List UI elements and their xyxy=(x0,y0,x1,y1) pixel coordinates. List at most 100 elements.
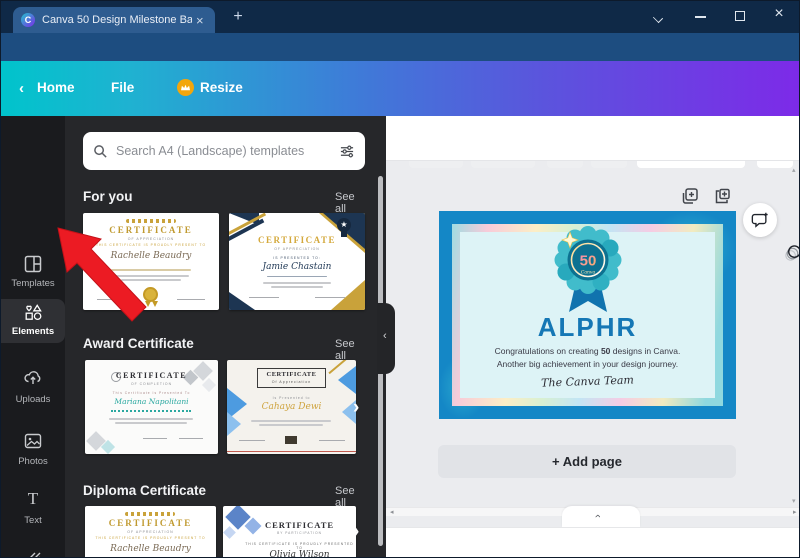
carousel-next-icon[interactable]: › xyxy=(353,521,359,543)
resize-menu-item[interactable]: Resize xyxy=(200,80,243,95)
design-content: 50 Canva ALPHR Congratulations on creati… xyxy=(460,226,715,398)
canva-favicon-icon: C xyxy=(21,13,35,27)
section-title-for-you: For you xyxy=(83,189,133,204)
scroll-left-icon[interactable]: ◂ xyxy=(390,508,394,516)
sidebar-label: Uploads xyxy=(15,394,51,405)
gold-ornament xyxy=(125,512,175,516)
cert-subtitle: BY PARTICIPATION xyxy=(277,531,322,535)
panel-collapse-button[interactable]: ‹ xyxy=(377,303,395,374)
browser-navbar: ← → ↻ canva.com /design/DAE36YEpmQw/3ebk… xyxy=(1,33,799,90)
design-page[interactable]: 50 Canva ALPHR Congratulations on creati… xyxy=(439,211,736,419)
timeline-expand-tab[interactable]: › xyxy=(562,506,640,527)
template-thumbnail-cubes-certificate[interactable]: CERTIFICATE OF COMPLETION This Certifica… xyxy=(85,360,218,454)
pastel-frame: 50 Canva ALPHR Congratulations on creati… xyxy=(452,224,723,406)
cert-name: Mariana Napolitani xyxy=(114,397,189,406)
window-maximize-button[interactable] xyxy=(735,11,745,21)
home-menu-item[interactable]: Home xyxy=(37,80,75,95)
cert-subtitle: OF APPRECIATION xyxy=(127,237,175,241)
cert-name: Rachelle Beaudry xyxy=(110,251,192,261)
background-icon xyxy=(30,552,41,557)
cert-line: Is Presented to xyxy=(272,396,311,400)
sidebar-item-uploads[interactable]: Uploads xyxy=(1,362,65,414)
design-signature: The Canva Team xyxy=(540,373,635,390)
template-thumbnail-gold-certificate[interactable]: CERTIFICATE OF APPRECIATION THIS CERTIFI… xyxy=(85,506,216,557)
add-page-label: + Add page xyxy=(552,454,622,469)
cert-title: CERTIFICATE xyxy=(115,371,188,380)
cert-subtitle: OF APPRECIATION xyxy=(274,247,320,251)
canvas-scroll-up-icon[interactable]: ▴ xyxy=(792,166,796,174)
caret-up-icon: › xyxy=(591,514,604,518)
see-all-award[interactable]: See all xyxy=(335,338,363,362)
template-thumbnail-paper-certificate[interactable]: CERTIFICATE Of Appreciation Is Presented… xyxy=(227,360,356,454)
cert-subtitle: OF COMPLETION xyxy=(130,382,173,386)
cert-name: Olivia Wilson xyxy=(269,550,330,558)
cert-title: CERTIFICATE xyxy=(108,518,193,528)
milestone-badge: 50 Canva xyxy=(554,226,621,312)
template-thumbnail-gold-certificate[interactable]: CERTIFICATE OF APPRECIATION THIS CERTIFI… xyxy=(83,213,219,310)
pro-crown-icon xyxy=(177,79,194,96)
editor-sidebar: Templates Elements Uploads Photos T Text xyxy=(1,116,65,557)
photos-icon xyxy=(24,433,42,449)
badge-number: 50 xyxy=(579,253,596,270)
window-minimize-button[interactable] xyxy=(695,16,706,18)
template-thumbnail-navy-certificate[interactable]: ★ CERTIFICATE OF APPRECIATION IS PRESENT… xyxy=(229,213,365,310)
sidebar-label: Text xyxy=(24,515,42,526)
file-menu-item[interactable]: File xyxy=(111,80,134,95)
tab-close-icon[interactable]: × xyxy=(196,13,204,28)
congrats-line-1: Congratulations on creating 50 designs i… xyxy=(494,346,681,356)
back-home-chevron-icon[interactable]: ‹ xyxy=(19,80,24,97)
canvas-scroll-down-icon[interactable]: ▾ xyxy=(792,497,796,505)
cert-title: CERTIFICATE xyxy=(266,371,317,378)
sidebar-item-background[interactable]: Background xyxy=(1,544,65,557)
elements-icon xyxy=(25,304,42,321)
cert-name: Cahaya Dewi xyxy=(261,402,322,412)
scroll-right-icon[interactable]: ▸ xyxy=(793,508,797,516)
emblem xyxy=(285,436,297,444)
cert-name: Jamie Chastain xyxy=(262,262,332,272)
template-search-box[interactable] xyxy=(83,132,365,170)
cert-line: IS PRESENTED TO: xyxy=(273,256,321,260)
sidebar-item-templates[interactable]: Templates xyxy=(1,247,65,299)
gold-ornament xyxy=(126,219,176,223)
browser-tab[interactable]: C Canva 50 Design Milestone Badg × xyxy=(13,7,215,33)
section-title-diploma: Diploma Certificate xyxy=(83,483,207,498)
cert-line: THIS CERTIFICATE IS PROUDLY PRESENT TO xyxy=(95,243,207,247)
cert-subtitle: Of Appreciation xyxy=(271,380,312,384)
sidebar-label: Templates xyxy=(11,278,55,289)
cert-line: THIS CERTIFICATE IS PROUDLY PRESENTED TO xyxy=(245,542,354,550)
sidebar-item-elements[interactable]: Elements xyxy=(1,299,65,343)
sidebar-item-photos[interactable]: Photos xyxy=(1,424,65,476)
uploads-cloud-icon xyxy=(24,371,41,384)
cert-title: CERTIFICATE xyxy=(257,235,337,245)
templates-icon xyxy=(24,255,42,273)
window-close-button[interactable]: × xyxy=(771,5,787,23)
gold-medal xyxy=(143,287,158,302)
design-brand-text[interactable]: ALPHR xyxy=(460,312,715,343)
tab-strip: C Canva 50 Design Milestone Badg × + × xyxy=(1,1,799,33)
add-page-button[interactable]: + Add page xyxy=(438,445,736,478)
search-icon xyxy=(94,144,107,158)
congrats-line-2: Another big achievement in your design j… xyxy=(496,359,679,369)
filter-sliders-icon[interactable] xyxy=(339,144,355,159)
collapse-chevron-icon: ‹ xyxy=(383,330,387,342)
tab-search-chevron-icon[interactable] xyxy=(653,13,663,23)
add-comment-button[interactable] xyxy=(743,203,777,237)
canva-toolbar: ‹ Home File Resize ↶ ↷ Share ▶ 7.2s xyxy=(1,61,799,168)
comment-plus-icon xyxy=(751,212,768,228)
sidebar-label: Photos xyxy=(18,456,48,467)
add-page-icon[interactable] xyxy=(713,187,731,205)
tab-title: Canva 50 Design Milestone Badg xyxy=(42,14,192,26)
template-thumbnail-participation-certificate[interactable]: CERTIFICATE BY PARTICIPATION THIS CERTIF… xyxy=(223,506,356,558)
cert-line: This Certificate Is Presented To xyxy=(112,391,191,395)
carousel-next-icon[interactable]: › xyxy=(353,397,359,419)
new-tab-button[interactable]: + xyxy=(229,8,247,26)
sidebar-label: Elements xyxy=(11,326,55,337)
sidebar-item-text[interactable]: T Text xyxy=(1,484,65,536)
search-input[interactable] xyxy=(116,144,339,158)
see-all-for-you[interactable]: See all xyxy=(335,191,363,215)
browser-window: C Canva 50 Design Milestone Badg × + × ←… xyxy=(0,0,800,558)
animate-icon[interactable] xyxy=(783,244,800,263)
carousel-next-icon[interactable]: › xyxy=(353,250,359,272)
duplicate-page-icon[interactable] xyxy=(681,187,699,205)
canvas-toolbar: Animate 7.2s xyxy=(386,116,799,261)
